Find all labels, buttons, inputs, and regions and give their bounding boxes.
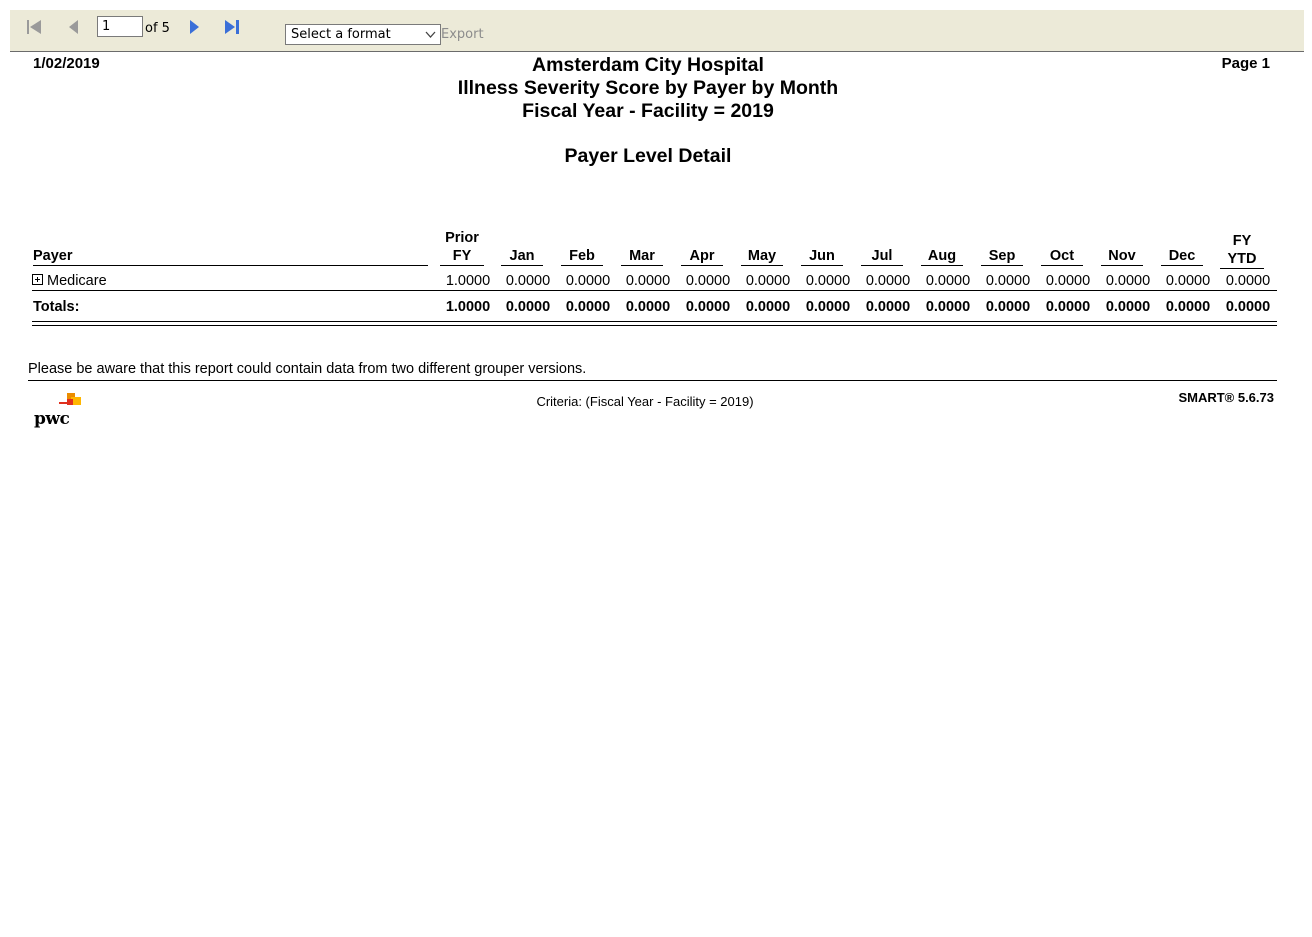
column-header: Jul [861,247,903,266]
software-version: SMART® 5.6.73 [1178,390,1274,405]
column-header-line2: Jul [871,248,893,264]
value-cell: 0.0000 [1165,273,1211,289]
payer-column-header: Payer [33,247,428,266]
column-header-line1: Prior [445,230,479,246]
total-cell: 0.0000 [1105,299,1151,315]
column-header-line2: FY [452,248,472,264]
next-page-button[interactable] [185,18,205,38]
value-cell: 0.0000 [1225,273,1271,289]
grouper-notice: Please be aware that this report could c… [28,361,587,377]
next-page-icon [190,20,199,34]
row-divider [32,290,1277,291]
column-header-line2: May [747,248,777,264]
value-cell: 0.0000 [745,273,791,289]
column-header: Apr [681,247,723,266]
first-page-icon [27,20,41,34]
previous-page-button[interactable] [65,18,85,38]
column-header: Feb [561,247,603,266]
column-header: Dec [1161,247,1203,266]
column-header: Sep [981,247,1023,266]
report-title-block: Amsterdam City Hospital Illness Severity… [0,54,1296,123]
export-format-value: Select a format [291,27,391,42]
column-header: Mar [621,247,663,266]
column-header-line2: Jan [509,248,535,264]
total-cell: 0.0000 [625,299,671,315]
column-header: Prior FY [440,229,484,266]
total-cell: 0.0000 [925,299,971,315]
pwc-logo-text: pwc [34,409,70,429]
column-header: Jan [501,247,543,266]
last-page-button[interactable] [223,18,243,38]
value-cell: 1.0000 [445,273,491,289]
last-page-icon [225,20,239,34]
value-cell: 0.0000 [925,273,971,289]
total-cell: 0.0000 [1045,299,1091,315]
column-header-line2: Jun [809,248,835,264]
total-cell: 0.0000 [745,299,791,315]
value-cell: 0.0000 [865,273,911,289]
value-cell: 0.0000 [1045,273,1091,289]
footer-divider [28,380,1277,381]
column-header: May [741,247,783,266]
column-header-line2: Sep [988,248,1016,264]
value-cell: 0.0000 [565,273,611,289]
column-header-line2: Dec [1168,248,1196,264]
report-title-name: Illness Severity Score by Payer by Month [457,77,839,99]
column-header-line2: Mar [629,248,655,264]
export-format-select[interactable]: Select a format [285,24,441,45]
totals-divider-top [32,321,1277,322]
total-cell: 0.0000 [685,299,731,315]
value-cell: 0.0000 [985,273,1031,289]
total-cell: 0.0000 [1165,299,1211,315]
total-cell: 0.0000 [985,299,1031,315]
report-criteria: Criteria: (Fiscal Year - Facility = 2019… [536,394,754,409]
export-link[interactable]: Export [441,27,484,42]
column-header-line2: YTD [1227,251,1257,267]
total-cell: 0.0000 [1225,299,1271,315]
value-cell: 0.0000 [805,273,851,289]
total-cell: 0.0000 [565,299,611,315]
value-cell: 0.0000 [1105,273,1151,289]
column-header: FY YTD [1220,232,1264,269]
report-title-fiscal: Fiscal Year - Facility = 2019 [522,100,774,122]
chevron-down-icon [425,31,436,38]
column-header-line2: Aug [927,248,957,264]
total-cell: 0.0000 [865,299,911,315]
expand-plus-icon[interactable] [32,274,43,285]
column-header-line2: Nov [1108,248,1136,264]
previous-page-icon [69,20,78,34]
total-cell: 1.0000 [445,299,491,315]
totals-label: Totals: [33,299,80,315]
total-cell: 0.0000 [805,299,851,315]
value-cell: 0.0000 [625,273,671,289]
column-header-line1: FY [1232,233,1252,249]
report-toolbar: 1 of 5 Select a format Export [10,10,1304,52]
payer-name: Medicare [47,273,107,289]
column-header: Nov [1101,247,1143,266]
page-count-label: of 5 [145,21,170,36]
column-header: Jun [801,247,843,266]
column-header-line2: Apr [689,248,715,264]
total-cell: 0.0000 [505,299,551,315]
report-subtitle: Payer Level Detail [564,145,732,167]
column-header-line2: Oct [1049,248,1075,264]
column-header-line2: Feb [569,248,595,264]
page-number-input[interactable]: 1 [97,16,143,37]
column-header: Oct [1041,247,1083,266]
report-title-hospital: Amsterdam City Hospital [532,54,764,76]
first-page-button[interactable] [25,18,45,38]
value-cell: 0.0000 [685,273,731,289]
totals-divider-bottom [32,325,1277,326]
value-cell: 0.0000 [505,273,551,289]
column-header: Aug [921,247,963,266]
